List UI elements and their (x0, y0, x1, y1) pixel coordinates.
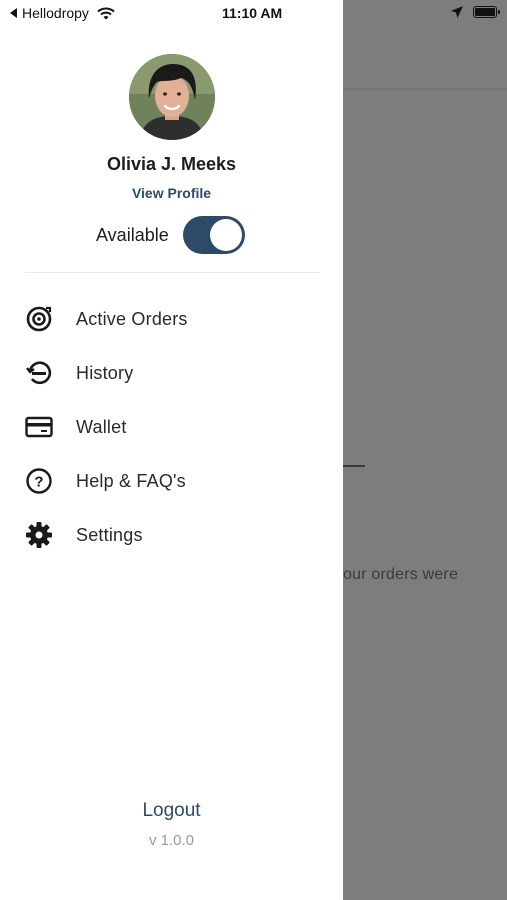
menu-item-label: Help & FAQ's (76, 470, 186, 491)
card-icon (24, 412, 54, 442)
menu-item-label: History (76, 362, 134, 383)
battery-icon (473, 6, 500, 18)
target-icon (24, 304, 54, 334)
availability-toggle[interactable] (182, 216, 245, 254)
wifi-icon (97, 7, 115, 19)
history-icon (24, 358, 54, 388)
background-dash (343, 465, 365, 467)
availability-label: Available (96, 224, 169, 245)
menu-item-label: Wallet (76, 416, 127, 437)
app-version: v 1.0.0 (148, 832, 195, 849)
menu-item-help[interactable]: ? Help & FAQ's (24, 459, 324, 503)
avatar-photo (129, 54, 215, 140)
header-divider (343, 88, 507, 90)
menu-item-label: Settings (76, 524, 143, 545)
profile-name: Olivia J. Meeks (106, 154, 237, 174)
status-time: 11:10 AM (222, 5, 283, 21)
avatar[interactable] (129, 54, 215, 140)
profile-divider (25, 272, 320, 273)
status-right (451, 6, 500, 18)
location-arrow-icon (451, 6, 463, 18)
menu-item-label: Active Orders (76, 308, 188, 329)
menu-item-settings[interactable]: Settings (24, 513, 324, 557)
back-arrow-icon (10, 8, 17, 18)
side-drawer: Olivia J. Meeks View Profile Available A… (0, 0, 343, 900)
gear-icon (24, 520, 54, 550)
menu-item-wallet[interactable]: Wallet (24, 405, 324, 449)
menu-item-history[interactable]: History (24, 351, 324, 395)
back-app-name: Hellodropy (22, 5, 89, 21)
menu-item-active-orders[interactable]: Active Orders (24, 297, 324, 341)
svg-text:?: ? (34, 474, 43, 491)
help-icon: ? (24, 466, 54, 496)
availability-row: Available (96, 216, 245, 254)
toggle-knob (209, 219, 242, 251)
logout-button[interactable]: Logout (0, 800, 343, 822)
back-to-app[interactable]: Hellodropy (10, 5, 115, 21)
status-bar: Hellodropy 11:10 AM (0, 0, 507, 28)
background-partial-text: our orders were (343, 566, 459, 583)
view-profile-link[interactable]: View Profile (0, 185, 343, 201)
